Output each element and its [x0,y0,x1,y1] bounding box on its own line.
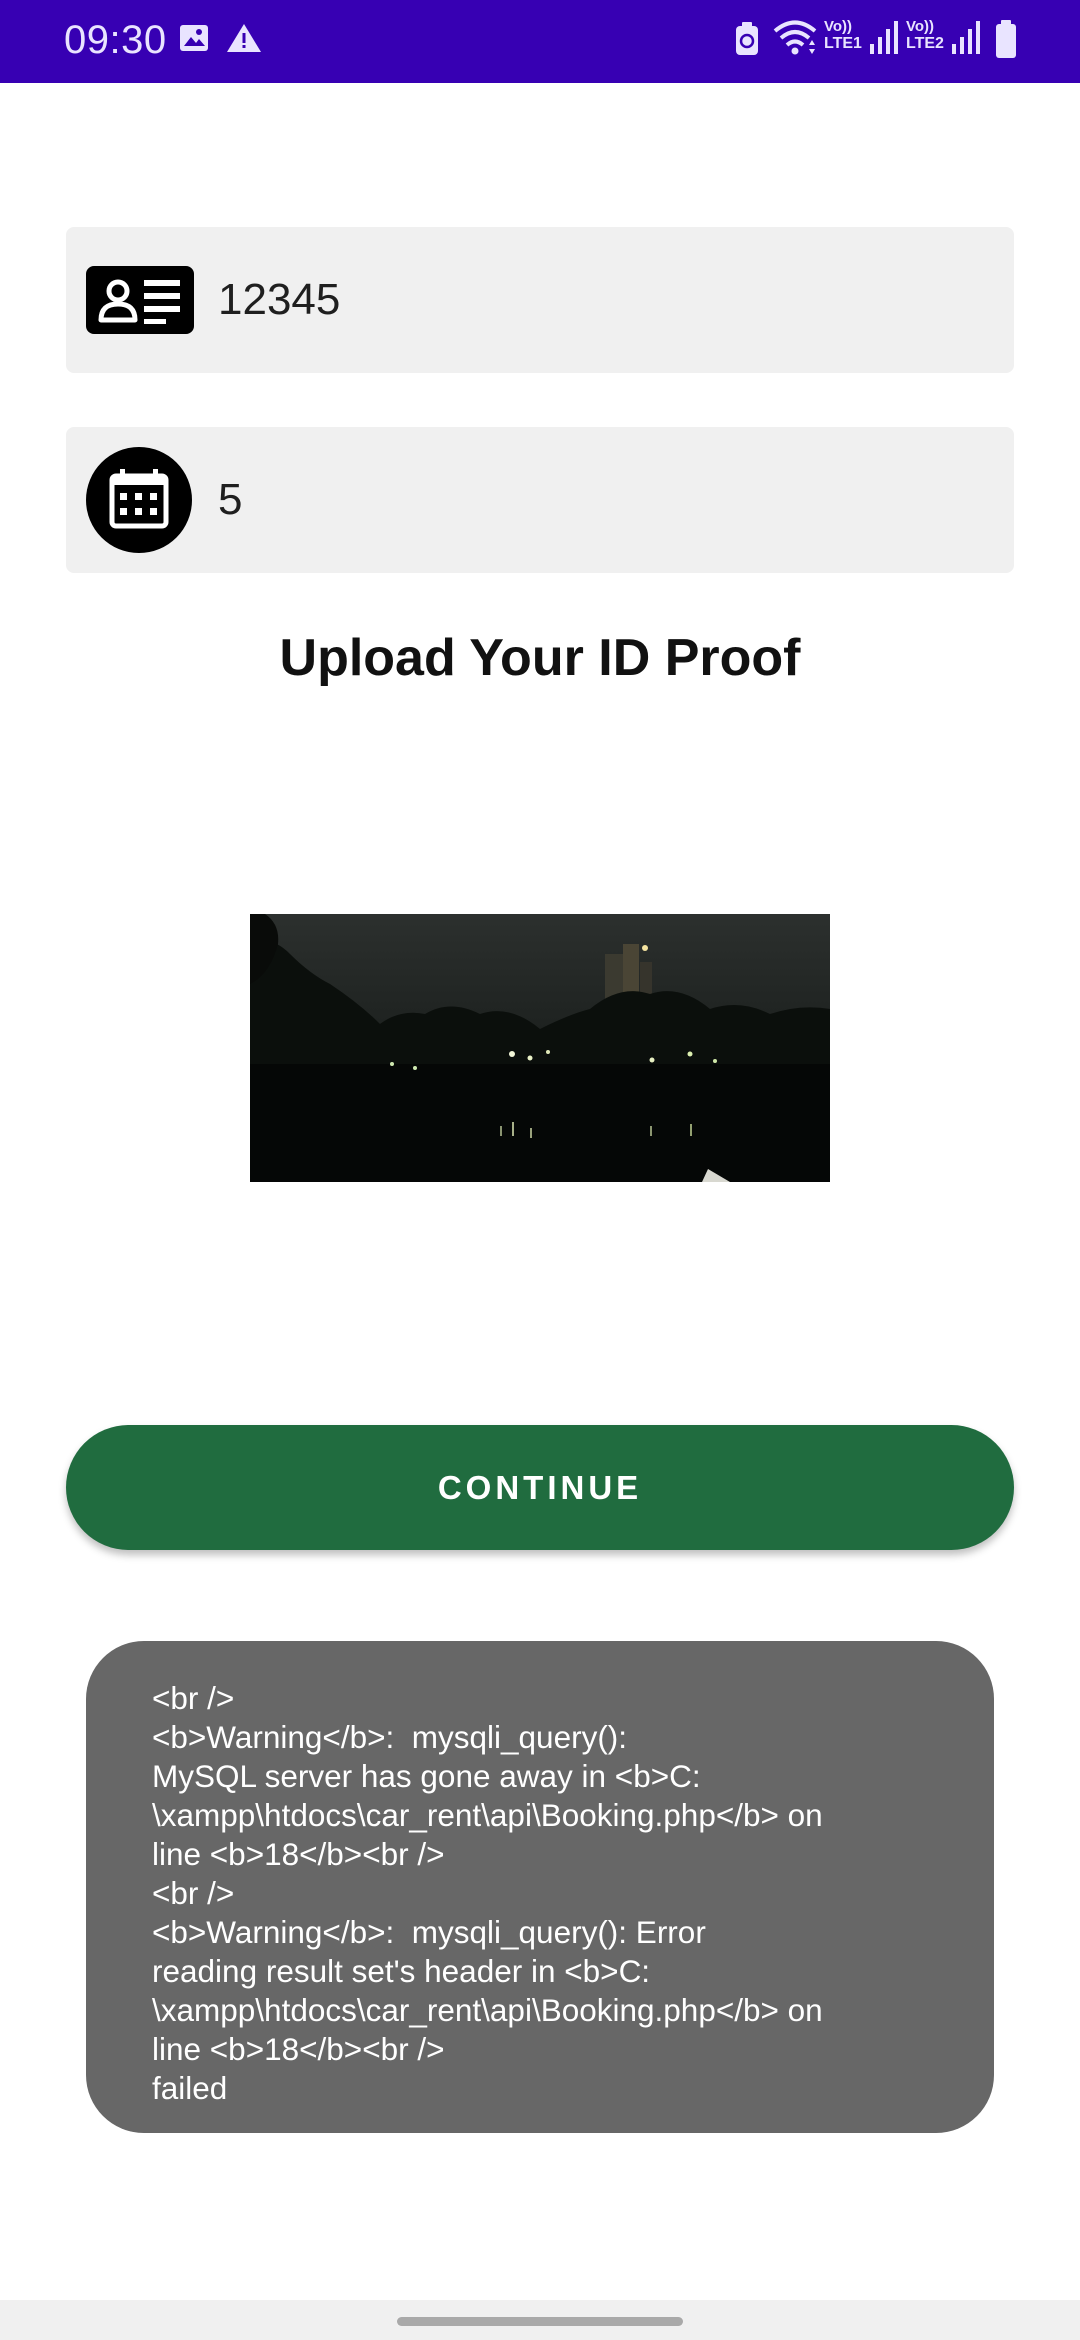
days-value: 5 [218,475,243,524]
battery-icon [996,20,1016,58]
signal-lte1-icon: Vo)) LTE1 [824,18,900,62]
warning-icon [227,24,261,52]
lte1-label-bottom: LTE1 [824,35,862,52]
lte1-label-top: Vo)) [824,18,853,35]
status-bar: 09:30 Vo)) LTE1 Vo)) LTE2 [0,0,1080,83]
id-proof-image[interactable] [250,914,830,1182]
id-number-field[interactable]: 12345 [66,227,1014,373]
upload-heading: Upload Your ID Proof [279,629,801,687]
continue-button[interactable]: CONTINUE [66,1425,1014,1550]
signal-lte2-icon: Vo)) LTE2 [906,18,982,62]
error-toast: <br /> <b>Warning</b>: mysqli_query(): M… [86,1641,994,2133]
image-icon [180,25,208,51]
status-time: 09:30 [64,18,167,62]
home-gesture-handle[interactable] [397,2317,683,2326]
battery-saver-icon [736,22,758,55]
navigation-bar [0,2300,1080,2340]
lte2-label-top: Vo)) [906,18,935,35]
booking-screen: 09:30 Vo)) LTE1 Vo)) LTE2 12345 5 Upload… [0,0,1080,2340]
lte2-label-bottom: LTE2 [906,35,944,52]
days-field[interactable]: 5 [66,427,1014,573]
calendar-icon [86,447,192,553]
wifi-icon [773,20,817,55]
toast-message: <br /> <b>Warning</b>: mysqli_query(): M… [152,1680,823,2106]
id-number-value: 12345 [218,275,341,324]
id-card-icon [86,266,194,334]
